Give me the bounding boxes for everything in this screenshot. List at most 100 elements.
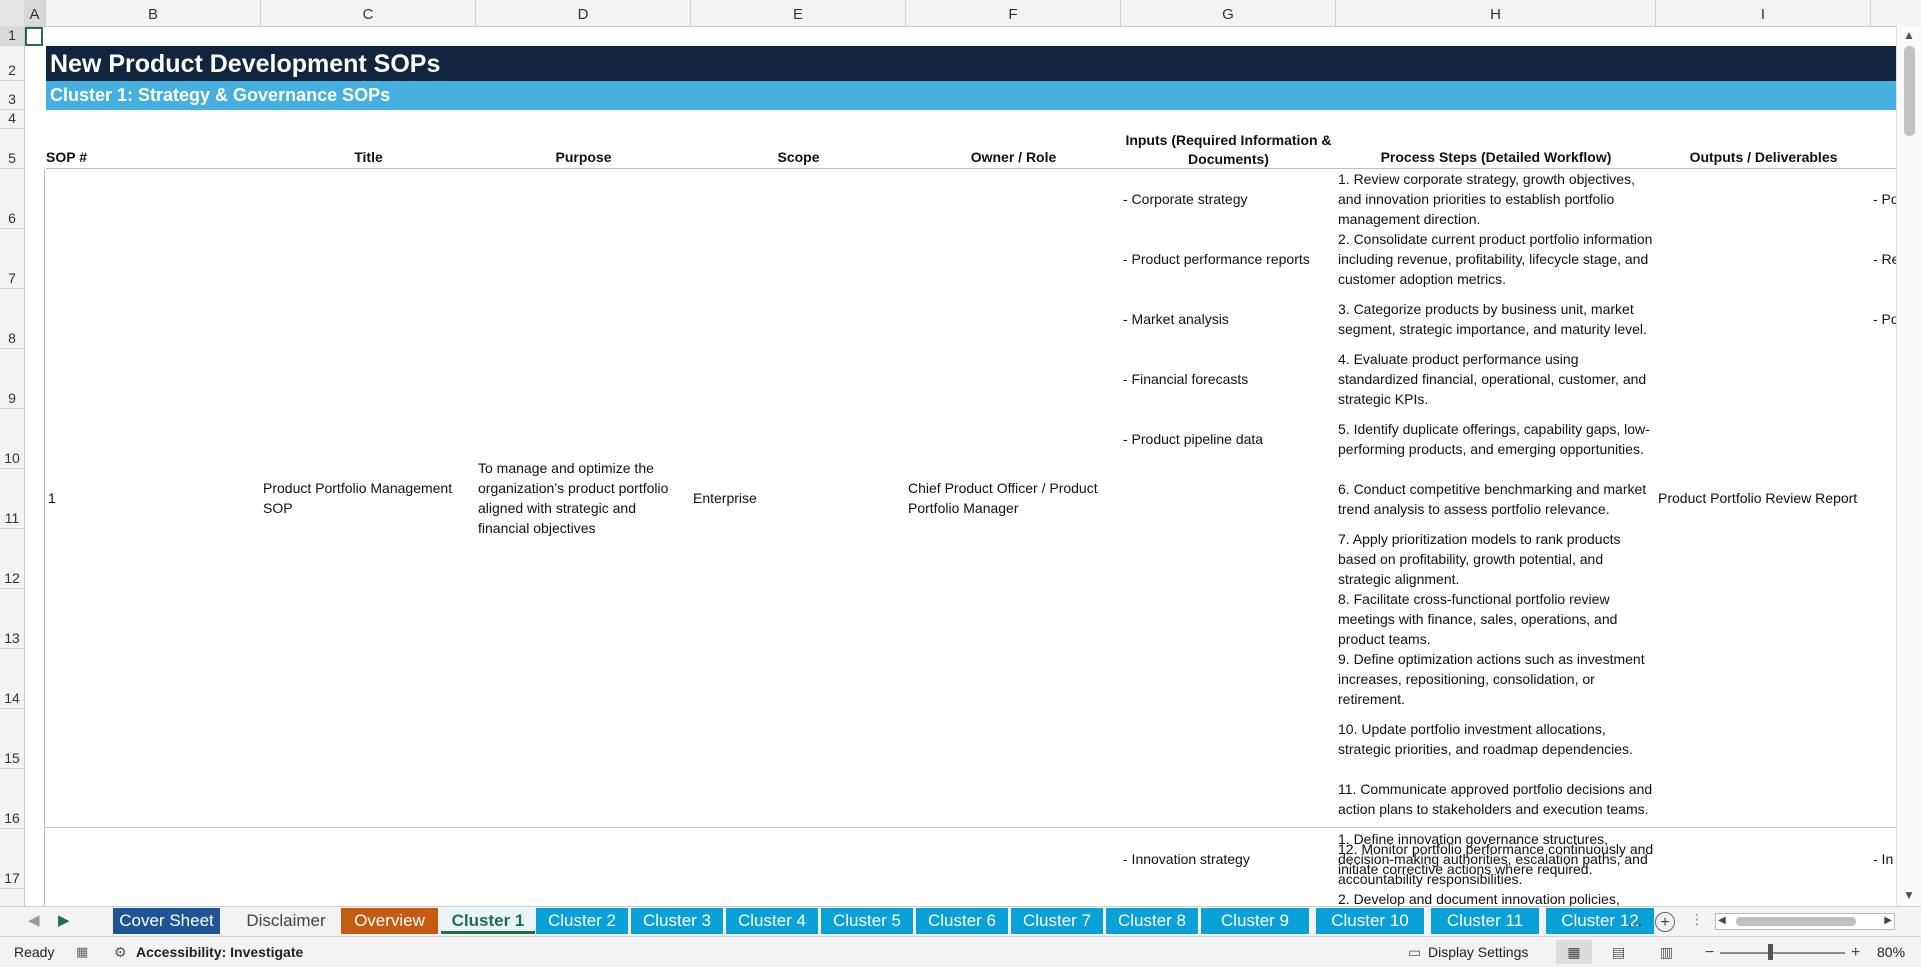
column-header-b[interactable]: B — [46, 0, 261, 26]
add-sheet-icon[interactable]: + — [1655, 912, 1675, 932]
vertical-scroll-thumb[interactable] — [1904, 46, 1915, 136]
column-header-g[interactable]: G — [1121, 0, 1336, 26]
scroll-down-icon[interactable]: ▼ — [1903, 888, 1915, 902]
tab-cluster-8[interactable]: Cluster 8 — [1106, 908, 1198, 934]
active-cell-a1[interactable] — [25, 27, 43, 46]
tabbar-split-handle-icon[interactable]: ⋮ — [1690, 911, 1704, 928]
accessibility-icon[interactable]: ⚙ — [114, 944, 127, 961]
zoom-in-button[interactable]: + — [1851, 944, 1860, 962]
zoom-slider-track[interactable] — [1720, 952, 1845, 954]
zoom-out-button[interactable]: − — [1705, 944, 1714, 962]
macro-record-icon[interactable]: ▦ — [76, 944, 88, 960]
sop1-purpose[interactable]: To manage and optimize the organization’… — [478, 169, 683, 827]
row-header-17[interactable]: 17 — [0, 829, 24, 889]
sop1-step-10[interactable]: 10. Update portfolio investment allocati… — [1338, 709, 1656, 769]
sop1-step-3[interactable]: 3. Categorize products by business unit,… — [1338, 289, 1656, 349]
zoom-slider-thumb[interactable] — [1768, 944, 1773, 960]
row-header-3[interactable]: 3 — [0, 81, 24, 110]
cluster-title-banner: Cluster 1: Strategy & Governance SOPs — [46, 81, 1896, 110]
row-header-10[interactable]: 10 — [0, 409, 24, 469]
row-header-15[interactable]: 15 — [0, 709, 24, 769]
sop1-input-5[interactable]: - Product pipeline data — [1123, 409, 1333, 469]
column-header-i[interactable]: I — [1656, 0, 1871, 26]
row-header-6[interactable]: 6 — [0, 169, 24, 229]
tab-cluster-10[interactable]: Cluster 10 — [1316, 908, 1424, 934]
sop1-input-4[interactable]: - Financial forecasts — [1123, 349, 1333, 409]
tab-cluster-7[interactable]: Cluster 7 — [1011, 908, 1103, 934]
sop1-step-11[interactable]: 11. Communicate approved portfolio decis… — [1338, 769, 1656, 829]
tab-cluster-1[interactable]: Cluster 1 — [441, 908, 535, 934]
column-header-f[interactable]: F — [906, 0, 1121, 26]
sop1-title[interactable]: Product Portfolio Management SOP — [263, 169, 463, 827]
hscroll-left-icon[interactable]: ◀ — [1718, 915, 1726, 926]
sop1-step-7[interactable]: 7. Apply prioritization models to rank p… — [1338, 529, 1656, 589]
tab-cluster-9[interactable]: Cluster 9 — [1201, 908, 1309, 934]
header-title: Title — [354, 149, 383, 165]
tab-cluster-2[interactable]: Cluster 2 — [536, 908, 628, 934]
sop1-step-4[interactable]: 4. Evaluate product performance using st… — [1338, 349, 1656, 409]
sop1-input-2[interactable]: - Product performance reports — [1123, 229, 1333, 289]
scroll-up-icon[interactable]: ▲ — [1903, 28, 1915, 42]
column-header-e[interactable]: E — [691, 0, 906, 26]
sop1-step-6[interactable]: 6. Conduct competitive benchmarking and … — [1338, 469, 1656, 529]
sop1-output[interactable]: Product Portfolio Review Report — [1658, 169, 1873, 827]
column-header-c[interactable]: C — [261, 0, 476, 26]
row-header-7[interactable]: 7 — [0, 229, 24, 289]
row-header-16[interactable]: 16 — [0, 769, 24, 829]
tab-cluster-5[interactable]: Cluster 5 — [821, 908, 913, 934]
tab-scroll-left-icon[interactable]: ◀ — [28, 911, 40, 929]
sop1-step-1[interactable]: 1. Review corporate strategy, growth obj… — [1338, 169, 1656, 229]
row-header-8[interactable]: 8 — [0, 289, 24, 349]
tab-overview[interactable]: Overview — [341, 908, 438, 934]
sop1-output-clip-3[interactable]: - Po — [1873, 289, 1896, 349]
worksheet-grid[interactable]: New Product Development SOPs Cluster 1: … — [24, 26, 1896, 906]
tab-cluster-11[interactable]: Cluster 11 — [1431, 908, 1539, 934]
row-header-13[interactable]: 13 — [0, 589, 24, 649]
sop1-step-5[interactable]: 5. Identify duplicate offerings, capabil… — [1338, 409, 1656, 469]
sop1-input-3[interactable]: - Market analysis — [1123, 289, 1333, 349]
row-header-12[interactable]: 12 — [0, 529, 24, 589]
sop1-step-12[interactable]: 12. Monitor portfolio performance contin… — [1338, 829, 1656, 889]
sop1-step-2[interactable]: 2. Consolidate current product portfolio… — [1338, 229, 1656, 289]
row-header-4[interactable]: 4 — [0, 110, 24, 129]
more-tabs-button[interactable]: ... — [1620, 908, 1650, 934]
accessibility-status[interactable]: Accessibility: Investigate — [136, 944, 303, 960]
column-header-d[interactable]: D — [476, 0, 691, 26]
display-settings-icon[interactable]: ▭ — [1408, 944, 1421, 961]
sop1-step-9[interactable]: 9. Define optimization actions such as i… — [1338, 649, 1656, 709]
row-header-5[interactable]: 5 — [0, 129, 24, 169]
hscroll-thumb[interactable] — [1736, 917, 1856, 926]
tab-cluster-4[interactable]: Cluster 4 — [726, 908, 818, 934]
row-header-14[interactable]: 14 — [0, 649, 24, 709]
zoom-level[interactable]: 80% — [1877, 944, 1905, 960]
row-header-18[interactable]: 18 — [0, 889, 24, 906]
tab-disclaimer[interactable]: Disclaimer — [239, 908, 333, 934]
select-all-corner[interactable] — [0, 0, 25, 26]
row-header-2[interactable]: 2 — [0, 46, 24, 81]
page-layout-view-icon[interactable]: ▤ — [1612, 944, 1625, 961]
column-header-h[interactable]: H — [1336, 0, 1656, 26]
sop1-step-8[interactable]: 8. Facilitate cross-functional portfolio… — [1338, 589, 1656, 649]
sop1-output-clip-1[interactable]: - Po — [1873, 169, 1896, 229]
column-header-a[interactable]: A — [24, 0, 46, 26]
row-header-9[interactable]: 9 — [0, 349, 24, 409]
display-settings-button[interactable]: Display Settings — [1428, 944, 1528, 960]
header-process-steps: Process Steps (Detailed Workflow) — [1380, 149, 1612, 165]
sop1-number[interactable]: 1 — [48, 169, 108, 827]
sop1-output-clip-2[interactable]: - Re — [1873, 229, 1896, 289]
row-header-1[interactable]: 1 — [0, 26, 24, 46]
hscroll-right-icon[interactable]: ▶ — [1884, 915, 1892, 926]
page-break-view-icon[interactable]: ▥ — [1660, 944, 1673, 961]
sop1-owner[interactable]: Chief Product Officer / Product Portfoli… — [908, 169, 1108, 827]
tab-cluster-6[interactable]: Cluster 6 — [916, 908, 1008, 934]
sop1-scope[interactable]: Enterprise — [693, 169, 893, 827]
row-header-11[interactable]: 11 — [0, 469, 24, 529]
normal-view-icon[interactable]: ▦ — [1556, 940, 1592, 964]
tab-cover-sheet[interactable]: Cover Sheet — [113, 908, 220, 934]
tab-scroll-right-icon[interactable]: ▶ — [58, 911, 70, 929]
horizontal-scrollbar[interactable]: ◀ ▶ — [1715, 913, 1895, 930]
sheet-tab-bar: ◀ ▶ Cover Sheet Disclaimer Overview Cluster… — [0, 906, 1921, 937]
tab-cluster-3[interactable]: Cluster 3 — [631, 908, 723, 934]
sop1-input-1[interactable]: - Corporate strategy — [1123, 169, 1333, 229]
vertical-scrollbar[interactable]: ▲ ▼ — [1896, 26, 1921, 906]
